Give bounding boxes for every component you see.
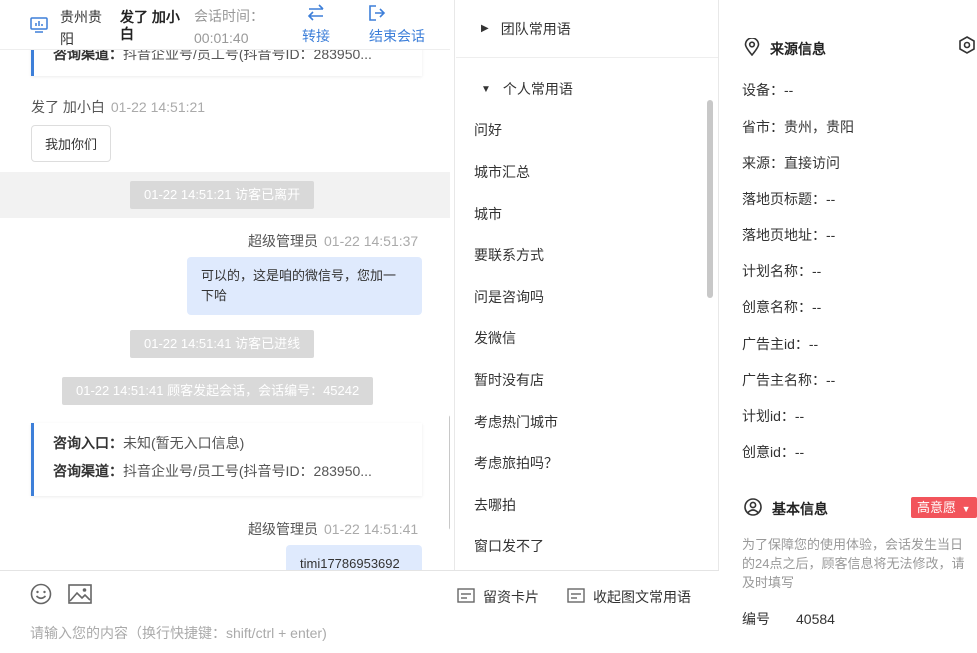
message-input[interactable] (30, 625, 690, 641)
collapse-phrases-button[interactable]: 收起图文常用语 (567, 587, 691, 607)
card-icon (457, 587, 475, 607)
intent-level-dropdown[interactable]: 高意愿 ▼ (911, 497, 977, 518)
source-advertiser-id: 广告主id：-- (742, 336, 819, 352)
phrase-item[interactable]: 问是咨询吗 (474, 287, 544, 307)
caret-down-icon: ▼ (961, 504, 971, 514)
visitor-message-meta: 发了 加小白 01-22 14:51:21 (31, 97, 205, 117)
phrase-item[interactable]: 发微信 (474, 328, 516, 348)
personal-phrases-label: 个人常用语 (502, 81, 573, 97)
message-sender: 发了 加小白 (31, 99, 105, 115)
chat-workspace: 咨询渠道：抖音企业号/员工号(抖音号ID：283950... 发了 加小白 01-… (0, 0, 977, 653)
system-message-left: 01-22 14:51:21 访客已离开 (130, 181, 315, 209)
intent-level-label: 高意愿 (917, 500, 957, 515)
transfer-label: 转接 (302, 28, 330, 44)
customer-id-value: 40584 (796, 611, 835, 627)
end-session-button[interactable]: 结束会话 (364, 4, 430, 46)
source-creative-name: 创意名称：-- (742, 299, 822, 315)
phrase-item[interactable]: 城市汇总 (474, 162, 530, 182)
phrase-item[interactable]: 窗口发不了 (474, 536, 544, 556)
customer-id-row: 编号 40584 (742, 609, 835, 629)
system-message-online: 01-22 14:51:41 访客已进线 (130, 330, 315, 358)
message-time: 01-22 14:51:37 (324, 233, 419, 249)
chat-scrollbar[interactable] (449, 415, 450, 530)
common-phrases-panel: ▶ 团队常用语 ▼ 个人常用语 问好 城市汇总 城市 要联系方式 问是咨询吗 发… (456, 0, 719, 570)
channel-value: 抖音企业号/员工号(抖音号ID：283950... (123, 463, 372, 479)
customer-id-label: 编号 (742, 611, 770, 627)
collapse-phrases-label: 收起图文常用语 (593, 589, 691, 605)
source-landing-title: 落地页标题：-- (742, 191, 836, 207)
image-icon[interactable] (68, 583, 92, 608)
transfer-button[interactable]: 转接 (296, 4, 336, 46)
personal-phrases-group[interactable]: ▼ 个人常用语 (456, 60, 718, 118)
visitor-city: 贵州贵阳 (60, 9, 102, 47)
source-plan-name: 计划名称：-- (742, 263, 822, 279)
phrase-item[interactable]: 问好 (474, 120, 502, 140)
chat-header: 贵州贵阳 发了 加小白 会话时间： 00:01:40 转接 结束会话 (0, 0, 450, 50)
lead-card-label: 留资卡片 (483, 589, 539, 605)
lead-card-button[interactable]: 留资卡片 (457, 587, 539, 607)
team-phrases-group[interactable]: ▶ 团队常用语 (456, 0, 718, 58)
phrase-item[interactable]: 要联系方式 (474, 245, 544, 265)
phrases-scrollbar[interactable] (707, 100, 713, 298)
source-origin: 来源：直接访问 (742, 155, 840, 171)
phrases-icon (567, 587, 585, 607)
location-pin-icon (744, 37, 760, 59)
chat-panel: 咨询渠道：抖音企业号/员工号(抖音号ID：283950... 发了 加小白 01-… (0, 0, 455, 653)
message-sender: 超级管理员 (248, 233, 318, 249)
consult-info-card: 咨询入口：未知(暂无入口信息) 咨询渠道：抖音企业号/员工号(抖音号ID：283… (31, 423, 422, 496)
source-creative-id: 创意id：-- (742, 444, 805, 460)
session-time-label: 会话时间： (194, 8, 264, 24)
agent-message-bubble: timi17786953692 (286, 545, 422, 570)
transfer-icon (296, 4, 336, 22)
edit-deadline-notice: 为了保障您的使用体验，会话发生当日的24点之后，顾客信息将无法修改，请及时填写 (742, 537, 965, 590)
logout-icon (364, 4, 430, 22)
agent-message-meta: 超级管理员 01-22 14:51:41 (248, 519, 418, 539)
phrase-item[interactable]: 考虑旅拍吗？ (474, 453, 558, 473)
source-province-city: 省市：贵州，贵阳 (742, 119, 854, 135)
phrase-item[interactable]: 去哪拍 (474, 495, 516, 515)
monitor-icon (30, 16, 48, 34)
session-time: 00:01:40 (194, 30, 249, 46)
user-icon (744, 498, 762, 519)
basic-info-title: 基本信息 (772, 500, 828, 517)
entry-key: 咨询入口： (53, 435, 123, 451)
source-advertiser-name: 广告主名称：-- (742, 372, 836, 388)
message-sender: 超级管理员 (248, 521, 318, 537)
source-landing-url: 落地页地址：-- (742, 227, 836, 243)
chat-message-list[interactable]: 咨询渠道：抖音企业号/员工号(抖音号ID：283950... 发了 加小白 01-… (0, 0, 450, 570)
message-time: 01-22 14:51:41 (324, 521, 419, 537)
source-info-title: 来源信息 (770, 40, 826, 57)
system-message-session: 01-22 14:51:41 顾客发起会话，会话编号：45242 (62, 377, 374, 405)
basic-info-header: 基本信息 (744, 498, 828, 519)
source-plan-id: 计划id：-- (742, 408, 805, 424)
source-info-header: 来源信息 (744, 37, 826, 59)
phrase-item[interactable]: 城市 (474, 204, 502, 224)
source-device: 设备：-- (742, 82, 794, 98)
caret-right-icon: ▶ (481, 23, 489, 34)
caret-down-icon: ▼ (481, 83, 491, 95)
phrase-item[interactable]: 暂时没有店 (474, 370, 544, 390)
entry-value: 未知(暂无入口信息) (123, 435, 245, 451)
message-time: 01-22 14:51:21 (110, 99, 206, 115)
visitor-name: 发了 加小白 (120, 9, 180, 42)
channel-key: 咨询渠道： (53, 463, 123, 479)
agent-message-meta: 超级管理员 01-22 14:51:37 (248, 231, 418, 251)
phrase-item[interactable]: 考虑热门城市 (474, 412, 558, 432)
end-session-label: 结束会话 (369, 28, 425, 44)
emoji-icon[interactable] (30, 583, 52, 608)
visitor-message-bubble: 我加你们 (31, 125, 112, 162)
message-composer: 留资卡片 收起图文常用语 (0, 570, 719, 653)
settings-hex-icon[interactable] (958, 36, 976, 57)
team-phrases-label: 团队常用语 (500, 20, 571, 37)
agent-message-bubble: 可以的，这是咱的微信号，您加一下哈 (187, 257, 422, 315)
customer-info-panel: 来源信息 设备：-- 省市：贵州，贵阳 来源：直接访问 落地页标题：-- 落地页… (720, 0, 977, 653)
